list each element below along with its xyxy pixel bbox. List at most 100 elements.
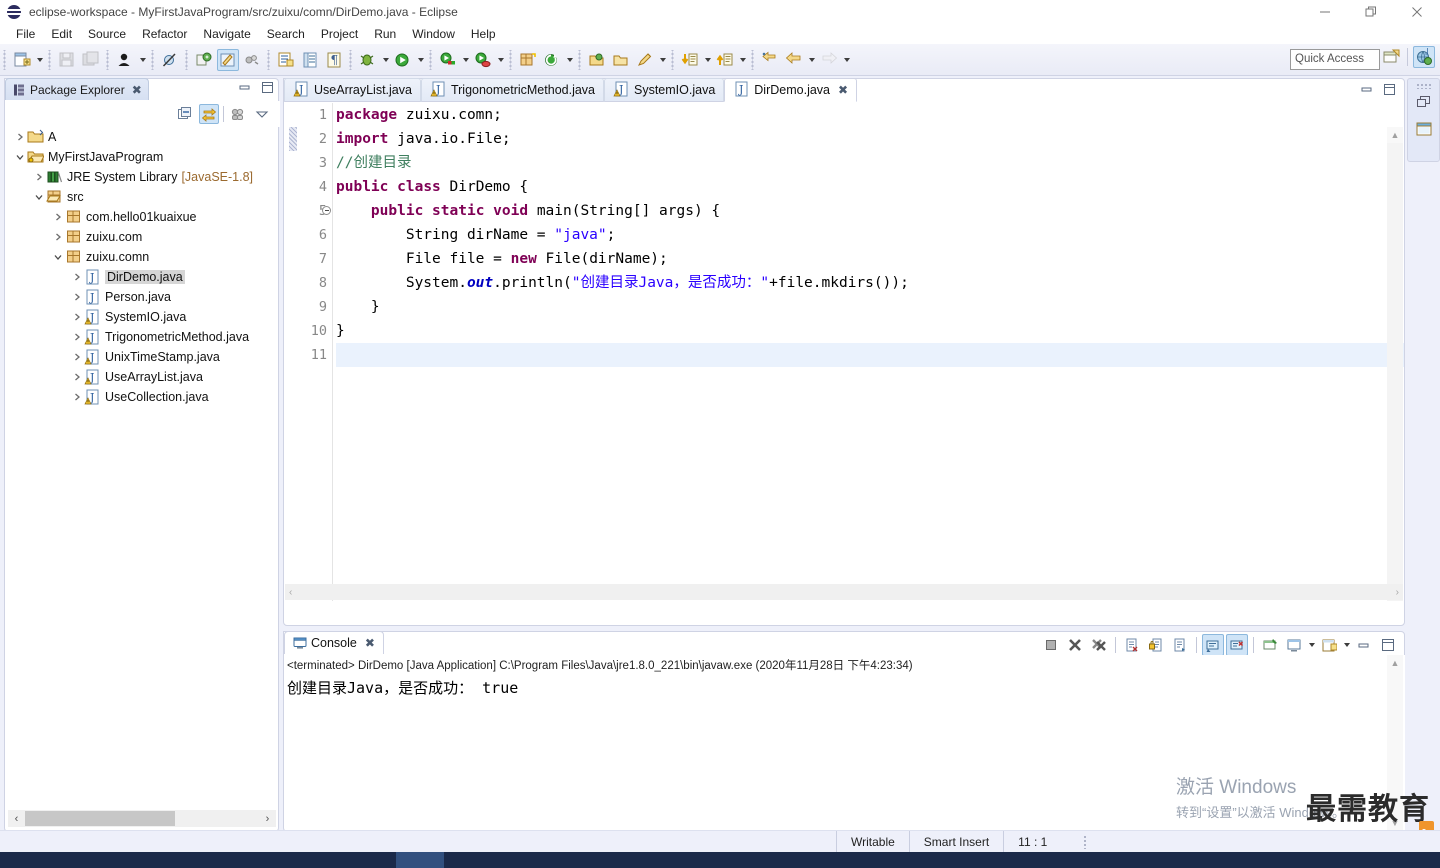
user-icon[interactable] xyxy=(114,49,136,71)
scroll-right-icon[interactable]: › xyxy=(259,813,276,825)
focus-on-active-task-icon[interactable] xyxy=(228,104,248,124)
scroll-up-icon[interactable]: ▲ xyxy=(1387,127,1403,143)
package-explorer-hscrollbar[interactable]: ‹ › xyxy=(8,810,276,827)
scroll-up-icon[interactable]: ▲ xyxy=(1387,655,1403,671)
drag-handle[interactable] xyxy=(1415,83,1432,89)
maximize-icon[interactable] xyxy=(1383,83,1396,99)
scroll-right-icon[interactable]: › xyxy=(1396,587,1399,598)
collapse-all-icon[interactable] xyxy=(175,104,195,124)
menu-project[interactable]: Project xyxy=(313,25,366,43)
tree-item-myfirstjavaprogram[interactable]: MyFirstJavaProgram xyxy=(5,147,278,167)
run-dropdown-arrow[interactable] xyxy=(415,49,426,71)
toolbar-grip[interactable] xyxy=(150,49,156,70)
clear-console-icon[interactable] xyxy=(1121,634,1143,656)
code-line[interactable]: public class DirDemo { xyxy=(336,175,1404,199)
code-line[interactable]: } xyxy=(336,295,1404,319)
search-icon[interactable] xyxy=(634,49,656,71)
toolbar-grip[interactable] xyxy=(348,49,354,70)
editor-tab-trigonometricmethod-java[interactable]: J TrigonometricMethod.java xyxy=(420,78,604,102)
tree-item-usearraylist-java[interactable]: J UseArrayList.java xyxy=(5,367,278,387)
tree-item-src[interactable]: src xyxy=(5,187,278,207)
show-whitespace-icon[interactable]: ¶ xyxy=(323,49,345,71)
toolbar-grip[interactable] xyxy=(577,49,583,70)
word-wrap-icon[interactable] xyxy=(1169,634,1191,656)
editor-tab-systemio-java[interactable]: J SystemIO.java xyxy=(604,78,725,102)
scrollbar-thumb[interactable] xyxy=(25,811,175,826)
close-icon[interactable]: ✖ xyxy=(132,83,142,97)
menu-source[interactable]: Source xyxy=(80,25,134,43)
previous-annotation-dropdown-arrow[interactable] xyxy=(737,49,748,71)
chevron-right-icon[interactable] xyxy=(70,327,84,347)
scroll-left-icon[interactable]: ‹ xyxy=(289,587,292,598)
toolbar-grip[interactable] xyxy=(266,49,272,70)
chevron-right-icon[interactable] xyxy=(13,127,27,147)
code-line[interactable]: //创建目录 xyxy=(336,151,1404,175)
display-selected-console-icon[interactable] xyxy=(1283,634,1305,656)
maximize-icon[interactable] xyxy=(261,81,274,97)
view-menu-icon[interactable] xyxy=(252,104,272,124)
code-line[interactable]: File file = new File(dirName); xyxy=(336,247,1404,271)
minimize-icon[interactable] xyxy=(1353,634,1375,656)
previous-annotation-icon[interactable] xyxy=(714,49,736,71)
open-perspective-icon[interactable] xyxy=(1380,46,1402,68)
code-line[interactable]: import java.io.File; xyxy=(336,127,1404,151)
toolbar-grip[interactable] xyxy=(2,49,8,70)
chevron-right-icon[interactable] xyxy=(51,207,65,227)
open-type-icon[interactable] xyxy=(299,49,321,71)
toolbar-grip[interactable] xyxy=(508,49,514,70)
terminate-icon[interactable] xyxy=(1040,634,1062,656)
toggle-mark-occurrences-icon[interactable] xyxy=(241,49,263,71)
skip-breakpoints-icon[interactable] xyxy=(159,49,181,71)
fold-marker-icon[interactable] xyxy=(322,206,331,215)
tree-item-unixtimestamp-java[interactable]: J UnixTimeStamp.java xyxy=(5,347,278,367)
chevron-right-icon[interactable] xyxy=(70,287,84,307)
code-line[interactable]: System.out.println("创建目录Java，是否成功："+file… xyxy=(336,271,1404,295)
profile-dropdown-arrow[interactable] xyxy=(495,49,506,71)
minimize-icon[interactable] xyxy=(1360,83,1373,99)
new-java-class-icon[interactable] xyxy=(275,49,297,71)
back-dropdown-arrow[interactable] xyxy=(806,49,817,71)
tree-item-a[interactable]: A xyxy=(5,127,278,147)
menu-navigate[interactable]: Navigate xyxy=(195,25,258,43)
chevron-right-icon[interactable] xyxy=(70,267,84,287)
open-console-icon[interactable] xyxy=(1318,634,1340,656)
menu-window[interactable]: Window xyxy=(404,25,463,43)
show-console-on-error-icon[interactable] xyxy=(1226,634,1248,656)
code-line[interactable]: } xyxy=(336,319,1404,343)
toolbar-grip[interactable] xyxy=(428,49,434,70)
menu-run[interactable]: Run xyxy=(366,25,404,43)
menu-search[interactable]: Search xyxy=(259,25,313,43)
menu-edit[interactable]: Edit xyxy=(43,25,80,43)
tree-item-jre-system-library[interactable]: JRE System Library [JavaSE-1.8] xyxy=(5,167,278,187)
close-button[interactable] xyxy=(1394,0,1440,24)
console-body[interactable]: <terminated> DirDemo [Java Application] … xyxy=(285,655,1405,831)
new-package-icon[interactable] xyxy=(517,49,539,71)
pin-console-icon[interactable] xyxy=(1259,634,1281,656)
toolbar-grip[interactable] xyxy=(184,49,190,70)
menu-file[interactable]: File xyxy=(8,25,43,43)
open-console-dropdown-arrow[interactable] xyxy=(1341,634,1352,656)
profile-icon[interactable] xyxy=(472,49,494,71)
tree-item-com-hello01kuaixue[interactable]: com.hello01kuaixue xyxy=(5,207,278,227)
back-icon[interactable] xyxy=(783,49,805,71)
status-grip[interactable] xyxy=(1083,834,1088,849)
menu-help[interactable]: Help xyxy=(463,25,504,43)
run-coverage-icon[interactable] xyxy=(437,49,459,71)
tab-console[interactable]: Console ✖ xyxy=(284,631,384,654)
chevron-down-icon[interactable] xyxy=(51,247,65,267)
tree-item-zuixu-com[interactable]: zuixu.com xyxy=(5,227,278,247)
chevron-right-icon[interactable] xyxy=(70,387,84,407)
project-tree[interactable]: A MyFirstJavaProgram JRE System Library [Ja… xyxy=(5,127,278,785)
taskbar-item[interactable] xyxy=(396,852,444,868)
toolbar-grip[interactable] xyxy=(105,49,111,70)
code-editor-area[interactable]: 1234567891011 package zuixu.comn;import … xyxy=(284,103,1404,601)
tab-package-explorer[interactable]: Package Explorer ✖ xyxy=(5,78,149,100)
run-last-tool-icon[interactable] xyxy=(193,49,215,71)
open-folder-icon[interactable] xyxy=(610,49,632,71)
chevron-right-icon[interactable] xyxy=(51,227,65,247)
code-line[interactable]: public static void main(String[] args) { xyxy=(336,199,1404,223)
code-line[interactable]: String dirName = "java"; xyxy=(336,223,1404,247)
chevron-right-icon[interactable] xyxy=(70,307,84,327)
forward-dropdown-arrow[interactable] xyxy=(841,49,852,71)
refresh-dropdown-arrow[interactable] xyxy=(564,49,575,71)
